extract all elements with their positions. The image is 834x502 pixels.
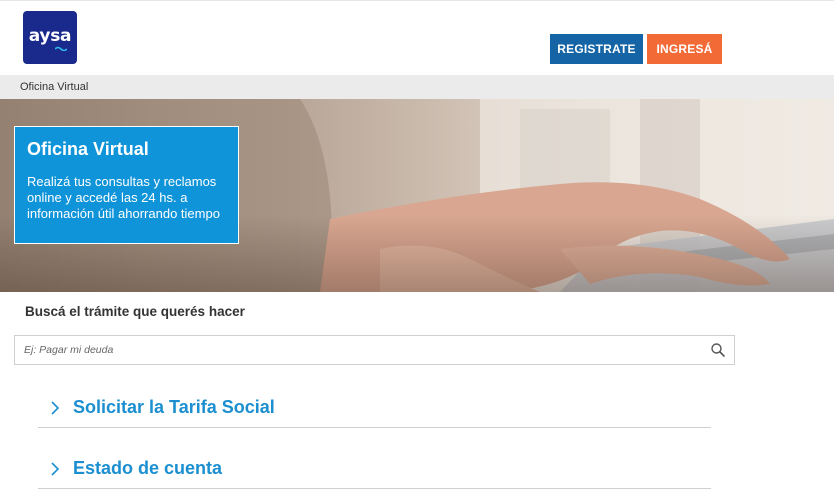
hero-description: Realizá tus consultas y reclamos online …	[27, 174, 220, 221]
logo-text: aysa	[28, 26, 72, 46]
procedure-item-label[interactable]: Estado de cuenta	[73, 458, 222, 479]
breadcrumb[interactable]: Oficina Virtual	[20, 81, 88, 93]
site-header: aysa REGISTRATE INGRESÁ	[0, 0, 834, 75]
hero-title: Oficina Virtual	[27, 139, 149, 159]
login-button[interactable]: INGRESÁ	[647, 34, 722, 64]
hero-banner: Oficina Virtual Realizá tus consultas y …	[0, 99, 834, 292]
search-box	[14, 335, 735, 365]
logo-wave-icon	[55, 46, 67, 51]
procedure-item-label[interactable]: Solicitar la Tarifa Social	[73, 397, 275, 418]
chevron-right-icon	[51, 462, 60, 476]
procedure-item-tarifa-social[interactable]: Solicitar la Tarifa Social	[38, 388, 711, 428]
search-heading: Buscá el trámite que querés hacer	[25, 304, 245, 319]
register-button[interactable]: REGISTRATE	[550, 34, 643, 64]
search-icon[interactable]	[710, 342, 726, 358]
hero-info-card: Oficina Virtual Realizá tus consultas y …	[14, 126, 239, 244]
chevron-right-icon	[51, 401, 60, 415]
breadcrumb-bar: Oficina Virtual	[0, 75, 834, 99]
procedure-item-estado-de-cuenta[interactable]: Estado de cuenta	[38, 449, 711, 489]
aysa-logo[interactable]: aysa	[23, 11, 77, 64]
search-input[interactable]	[15, 336, 705, 364]
